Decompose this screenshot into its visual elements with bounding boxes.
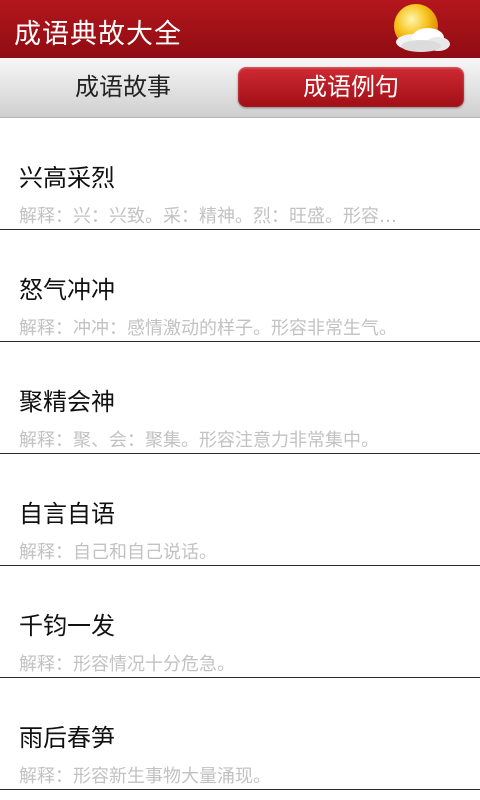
list-item[interactable]: 自言自语 解释：自己和自己说话。 bbox=[0, 454, 480, 566]
idiom-list: 兴高采烈 解释：兴：兴致。采：精神。烈：旺盛。形容… 怒气冲冲 解释：冲冲：感情… bbox=[0, 118, 480, 800]
idiom-explanation: 解释：形容新生事物大量涌现。 bbox=[19, 766, 271, 787]
idiom-name: 千钧一发 bbox=[19, 612, 115, 640]
idiom-explanation: 解释：自己和自己说话。 bbox=[19, 542, 217, 563]
idiom-name: 雨后春笋 bbox=[19, 724, 115, 752]
list-item[interactable]: 聚精会神 解释：聚、会：聚集。形容注意力非常集中。 bbox=[0, 342, 480, 454]
tab-bar: 成语故事 成语例句 bbox=[0, 58, 480, 118]
app-title: 成语典故大全 bbox=[14, 19, 182, 50]
idiom-name: 怒气冲冲 bbox=[19, 276, 115, 304]
list-item[interactable]: 兴高采烈 解释：兴：兴致。采：精神。烈：旺盛。形容… bbox=[0, 118, 480, 230]
list-item[interactable]: 怒气冲冲 解释：冲冲：感情激动的样子。形容非常生气。 bbox=[0, 230, 480, 342]
idiom-name: 聚精会神 bbox=[19, 388, 115, 416]
title-bar: 成语典故大全 bbox=[0, 0, 480, 58]
idiom-name: 自言自语 bbox=[19, 500, 115, 528]
tab-idiom-examples[interactable]: 成语例句 bbox=[238, 67, 464, 107]
idiom-name: 兴高采烈 bbox=[19, 164, 115, 192]
list-item[interactable]: 千钧一发 解释：形容情况十分危急。 bbox=[0, 566, 480, 678]
idiom-explanation: 解释：聚、会：聚集。形容注意力非常集中。 bbox=[19, 430, 379, 451]
idiom-explanation: 解释：冲冲：感情激动的样子。形容非常生气。 bbox=[19, 318, 397, 339]
idiom-explanation: 解释：形容情况十分危急。 bbox=[19, 654, 235, 675]
list-item[interactable]: 雨后春笋 解释：形容新生事物大量涌现。 bbox=[0, 678, 480, 790]
tab-idiom-stories[interactable]: 成语故事 bbox=[10, 67, 236, 107]
sun-cloud-icon bbox=[394, 4, 450, 52]
idiom-explanation: 解释：兴：兴致。采：精神。烈：旺盛。形容… bbox=[19, 206, 397, 227]
